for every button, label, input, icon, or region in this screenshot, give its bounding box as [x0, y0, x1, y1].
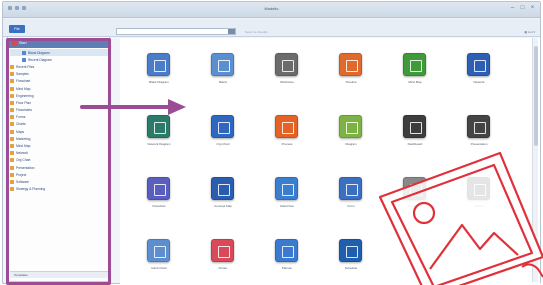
- template-tile[interactable]: Planner: [252, 228, 322, 278]
- template-thumbnail-icon: [211, 177, 234, 200]
- template-thumbnail-icon: [339, 239, 362, 262]
- template-tile[interactable]: Wireframe: [252, 42, 322, 92]
- template-label: Org Chart: [216, 142, 230, 146]
- template-tile[interactable]: Network: [444, 42, 514, 92]
- template-tile[interactable]: Process: [252, 104, 322, 154]
- template-tile[interactable]: Poster: [188, 228, 258, 278]
- template-label: Diagram: [345, 142, 357, 146]
- breadcrumb: Search ▸ Results: [245, 30, 268, 34]
- template-thumbnail-icon: [147, 115, 170, 138]
- template-thumbnail-icon: [339, 53, 362, 76]
- template-label: Wireframe: [280, 80, 294, 84]
- view-options[interactable]: ▦ List ▾: [524, 30, 535, 34]
- maximize-icon[interactable]: □: [519, 5, 526, 12]
- template-label: Poster: [218, 266, 228, 270]
- title-bar: Modelio – □ ×: [3, 2, 540, 18]
- template-thumbnail-icon: [467, 53, 490, 76]
- template-label: Dashboard: [407, 142, 423, 146]
- template-thumbnail-icon: [403, 115, 426, 138]
- search-icon[interactable]: [228, 29, 235, 34]
- template-thumbnail-icon: [211, 115, 234, 138]
- template-label: Data Flow: [280, 204, 294, 208]
- search-input[interactable]: [116, 28, 236, 35]
- image-frame-outer: [378, 151, 543, 285]
- template-label: Network Diagram: [147, 142, 171, 146]
- window-controls: – □ ×: [509, 5, 536, 12]
- template-thumbnail-icon: [147, 53, 170, 76]
- template-tile[interactable]: Org Chart: [188, 104, 258, 154]
- template-thumbnail-icon: [467, 115, 490, 138]
- template-thumbnail-icon: [339, 115, 362, 138]
- template-tile[interactable]: Data Flow: [252, 166, 322, 216]
- template-label: Blank Diagram: [149, 80, 169, 84]
- template-thumbnail-icon: [403, 53, 426, 76]
- template-label: Network: [473, 80, 485, 84]
- image-icon: [378, 151, 543, 285]
- template-tile[interactable]: Matrix: [188, 42, 258, 92]
- hand-pointer: [521, 263, 543, 278]
- template-thumbnail-icon: [339, 177, 362, 200]
- template-thumbnail-icon: [147, 239, 170, 262]
- minimize-icon[interactable]: –: [509, 5, 516, 12]
- template-thumbnail-icon: [275, 239, 298, 262]
- template-label: Process: [281, 142, 293, 146]
- file-button[interactable]: File: [9, 25, 25, 33]
- template-tile[interactable]: Gantt Chart: [124, 228, 194, 278]
- template-thumbnail-icon: [147, 177, 170, 200]
- template-label: Matrix: [218, 80, 228, 84]
- template-tile[interactable]: Mind Map: [380, 42, 450, 92]
- ribbon: File: [3, 19, 540, 37]
- template-label: Flowchart: [152, 204, 166, 208]
- scrollbar-thumb[interactable]: [534, 46, 538, 146]
- window-title: Modelio: [264, 6, 279, 11]
- template-thumbnail-icon: [211, 239, 234, 262]
- template-label: Presentation: [470, 142, 488, 146]
- template-tile[interactable]: Concept Map: [188, 166, 258, 216]
- template-tile[interactable]: Blank Diagram: [124, 42, 194, 92]
- arrow-head: [168, 99, 186, 115]
- template-label: Gantt Chart: [151, 266, 167, 270]
- template-thumbnail-icon: [211, 53, 234, 76]
- template-tile[interactable]: Timeline: [316, 42, 386, 92]
- template-label: Planner: [281, 266, 293, 270]
- template-thumbnail-icon: [275, 115, 298, 138]
- close-icon[interactable]: ×: [529, 5, 536, 12]
- template-tile[interactable]: Flowchart: [124, 166, 194, 216]
- highlight-annotation: [6, 38, 111, 285]
- template-thumbnail-icon: [275, 53, 298, 76]
- template-label: Timeline: [345, 80, 357, 84]
- template-thumbnail-icon: [275, 177, 298, 200]
- template-label: Concept Map: [214, 204, 232, 208]
- arrow-annotation: [80, 99, 186, 115]
- template-label: Mind Map: [408, 80, 422, 84]
